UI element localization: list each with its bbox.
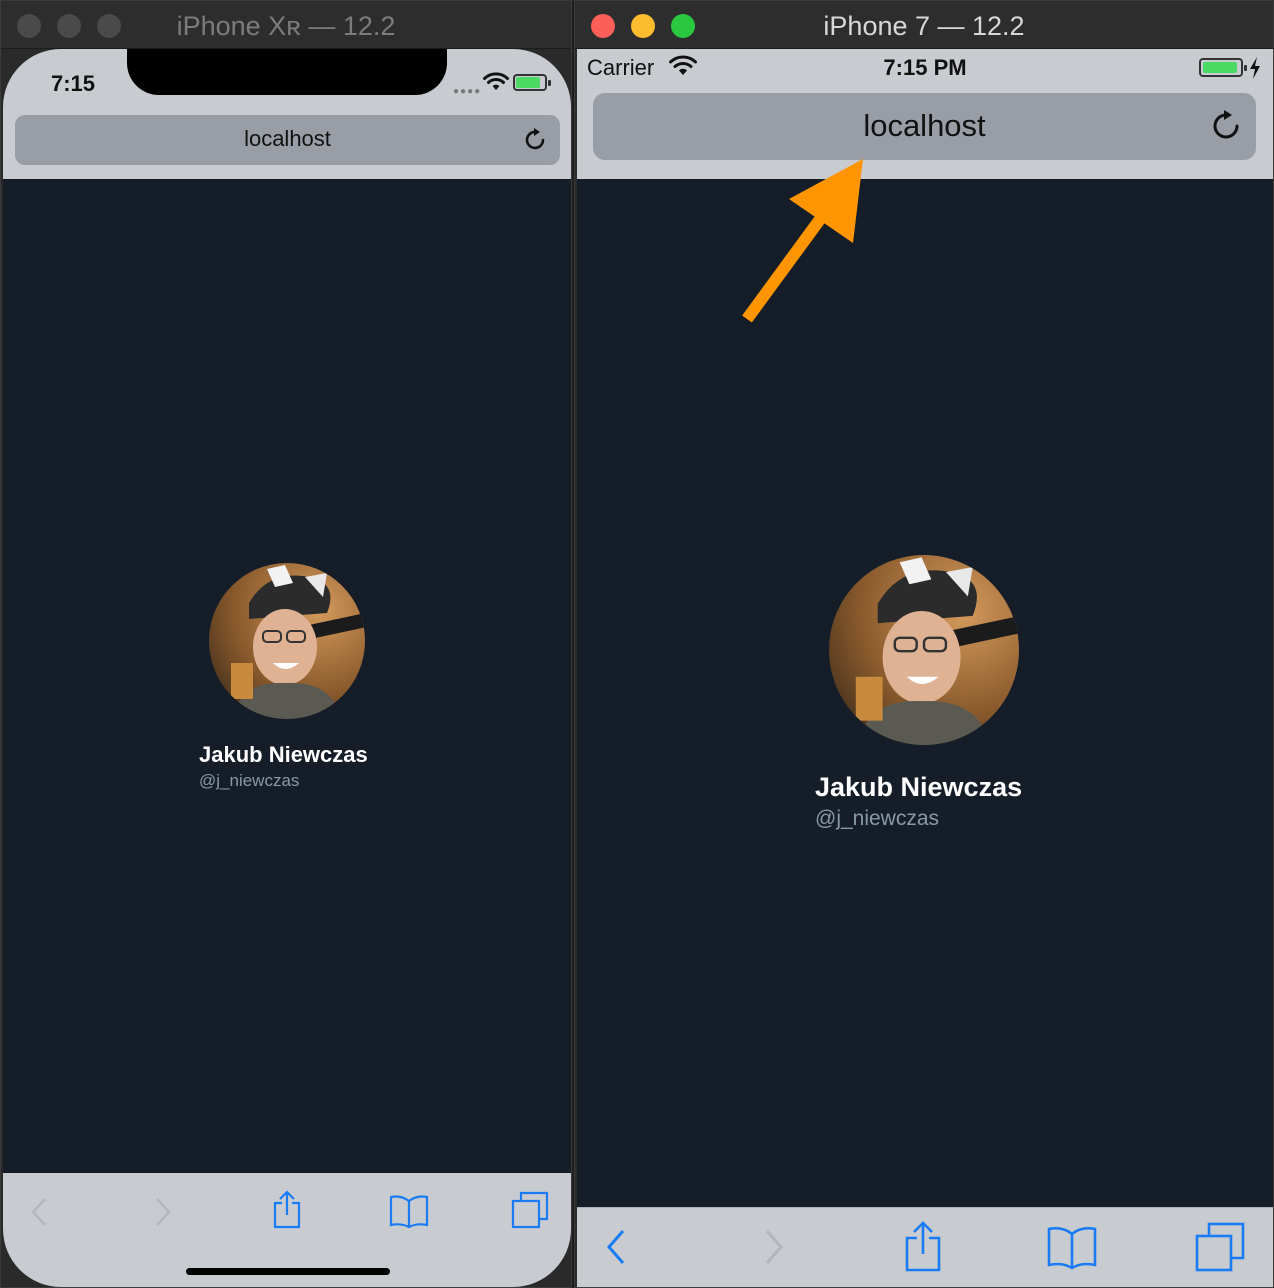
back-icon[interactable] — [27, 1197, 51, 1227]
profile-avatar[interactable] — [829, 555, 1019, 745]
tabs-icon[interactable] — [511, 1191, 549, 1229]
address-text: localhost — [863, 108, 986, 143]
device-notch — [127, 49, 447, 95]
safari-bottom-toolbar — [577, 1207, 1273, 1287]
window-titlebar: iPhone 7 — 12.2 — [575, 1, 1273, 49]
home-indicator[interactable] — [186, 1268, 390, 1275]
reload-icon[interactable] — [524, 127, 548, 153]
safari-bottom-toolbar — [3, 1173, 571, 1287]
address-text: localhost — [244, 126, 331, 151]
address-bar[interactable]: localhost — [15, 115, 560, 165]
annotation-arrow — [742, 159, 863, 323]
profile-name: Jakub Niewczas — [199, 742, 368, 767]
simulator-window-iphone-7: iPhone 7 — 12.2 Carrier 7:15 PM localhos… — [574, 0, 1274, 1288]
forward-icon[interactable] — [151, 1197, 175, 1227]
wifi-icon — [483, 72, 509, 90]
forward-icon[interactable] — [761, 1228, 787, 1266]
window-title: iPhone 7 — 12.2 — [823, 11, 1025, 41]
profile-avatar[interactable] — [209, 563, 365, 719]
safari-top-bar: Carrier 7:15 PM localhost — [577, 49, 1273, 179]
back-icon[interactable] — [603, 1228, 629, 1266]
charging-bolt-icon — [1250, 57, 1260, 79]
profile-handle: @j_niewczas — [199, 771, 300, 790]
share-icon[interactable] — [271, 1189, 303, 1229]
signal-dots-icon: ●●●● — [453, 86, 482, 97]
device-screen: Carrier 7:15 PM localhost Jakub Niewczas… — [577, 49, 1273, 1287]
address-bar[interactable]: localhost — [593, 93, 1256, 160]
battery-icon — [513, 74, 551, 91]
profile-name: Jakub Niewczas — [815, 772, 1023, 802]
bookmarks-icon[interactable] — [1047, 1224, 1097, 1270]
battery-icon — [1199, 58, 1247, 77]
status-time: 7:15 PM — [883, 55, 967, 80]
simulator-window-iphone-xr: iPhone Xʀ — 12.2 7:15 ●●●● localhost Jak… — [0, 0, 572, 1288]
profile-handle: @j_niewczas — [815, 807, 940, 830]
status-time: 7:15 — [51, 71, 96, 96]
bookmarks-icon[interactable] — [389, 1193, 429, 1229]
tabs-icon[interactable] — [1195, 1222, 1245, 1272]
device-screen: 7:15 ●●●● localhost Jakub Niewczas @j_ni… — [3, 49, 571, 1287]
window-titlebar: iPhone Xʀ — 12.2 — [1, 1, 571, 49]
window-title: iPhone Xʀ — 12.2 — [176, 11, 396, 41]
share-icon[interactable] — [903, 1220, 943, 1272]
reload-icon[interactable] — [1212, 109, 1242, 143]
safari-top-bar: 7:15 ●●●● localhost — [3, 49, 571, 179]
